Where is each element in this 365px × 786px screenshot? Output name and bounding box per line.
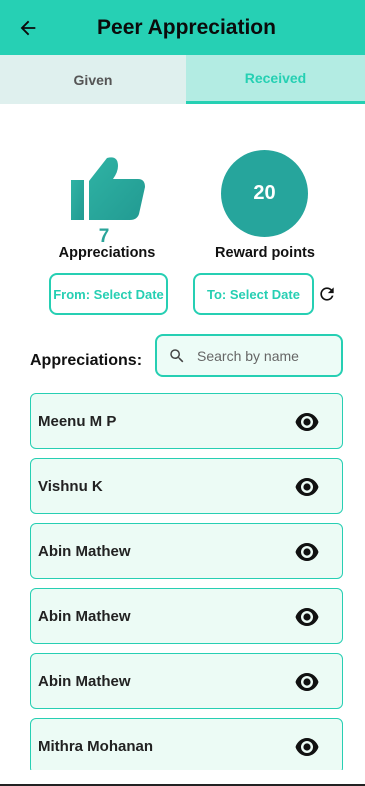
item-name: Mithra Mohanan <box>38 738 153 755</box>
eye-icon[interactable] <box>295 477 319 497</box>
item-name: Meenu M P <box>38 413 117 430</box>
list-item[interactable]: Abin Mathew <box>30 653 343 709</box>
to-date-button[interactable]: To: Select Date <box>193 273 314 315</box>
list-item[interactable]: Abin Mathew <box>30 588 343 644</box>
item-name: Abin Mathew <box>38 543 131 560</box>
tab-received[interactable]: Received <box>186 55 365 104</box>
refresh-icon[interactable] <box>317 284 337 304</box>
list-item[interactable]: Mithra Mohanan <box>30 718 343 770</box>
from-date-button[interactable]: From: Select Date <box>49 273 168 315</box>
appreciations-label: Appreciations <box>58 245 156 261</box>
search-icon <box>170 348 184 362</box>
page-title: Peer Appreciation <box>97 16 276 39</box>
list-heading: Appreciations: <box>30 352 143 369</box>
eye-icon[interactable] <box>295 672 319 692</box>
search-input[interactable] <box>197 347 337 364</box>
list-item[interactable]: Meenu M P <box>30 393 343 449</box>
item-name: Abin Mathew <box>38 608 131 625</box>
tab-given[interactable]: Given <box>0 55 186 104</box>
reward-points-badge: 20 <box>221 150 308 237</box>
thumbs-up-icon <box>71 157 145 220</box>
tab-bar: Given Received <box>0 55 365 104</box>
item-name: Abin Mathew <box>38 673 131 690</box>
eye-icon[interactable] <box>295 542 319 562</box>
app-bar: Peer Appreciation <box>0 0 365 55</box>
list-item[interactable]: Abin Mathew <box>30 523 343 579</box>
eye-icon[interactable] <box>295 737 319 757</box>
reward-points-value: 20 <box>253 182 276 204</box>
reward-points-label: Reward points <box>215 245 315 261</box>
search-box[interactable] <box>155 334 343 377</box>
item-name: Vishnu K <box>38 478 103 495</box>
eye-icon[interactable] <box>295 412 319 432</box>
appreciation-list: Meenu M P Vishnu K Abin Mathew Abin Math… <box>30 393 343 770</box>
eye-icon[interactable] <box>295 607 319 627</box>
list-item[interactable]: Vishnu K <box>30 458 343 514</box>
